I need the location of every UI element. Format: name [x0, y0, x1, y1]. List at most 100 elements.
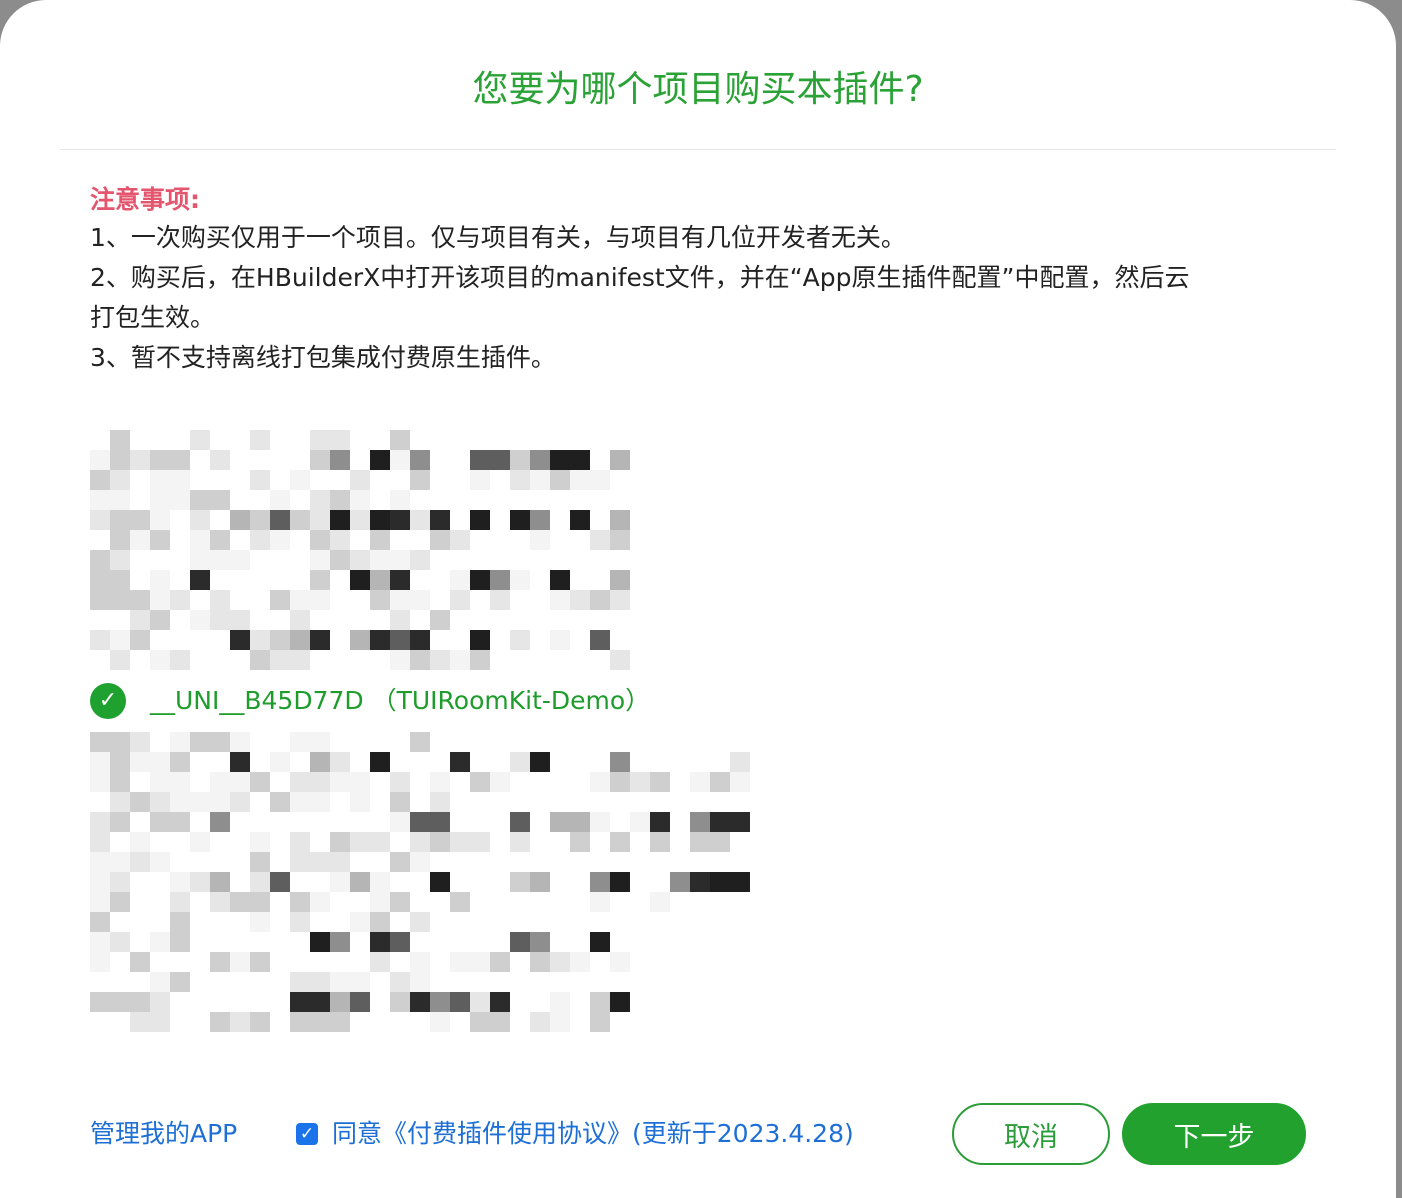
- redaction-pixel: [250, 470, 270, 490]
- cancel-button[interactable]: 取消: [952, 1103, 1110, 1165]
- redaction-pixel: [690, 772, 710, 792]
- redaction-pixel: [450, 590, 470, 610]
- redaction-pixel: [90, 952, 110, 972]
- redaction-pixel: [410, 852, 430, 872]
- redaction-pixel: [230, 1012, 250, 1032]
- redaction-pixel: [290, 912, 310, 932]
- redaction-pixel: [290, 792, 310, 812]
- manage-app-link[interactable]: 管理我的APP: [90, 1116, 237, 1152]
- redaction-pixel: [90, 872, 110, 892]
- redaction-pixel: [470, 630, 490, 650]
- redaction-pixel: [450, 530, 470, 550]
- notice-section: 注意事项: 1、一次购买仅用于一个项目。仅与项目有关，与项目有几位开发者无关。 …: [90, 182, 1300, 378]
- redaction-pixel: [510, 812, 530, 832]
- redaction-pixel: [170, 590, 190, 610]
- redaction-pixel: [550, 812, 570, 832]
- redaction-pixel: [470, 952, 490, 972]
- redaction-pixel: [110, 872, 130, 892]
- redaction-pixel: [590, 630, 610, 650]
- project-row-redacted[interactable]: [90, 430, 790, 490]
- redaction-pixel: [330, 872, 350, 892]
- redaction-pixel: [150, 932, 170, 952]
- redaction-pixel: [290, 470, 310, 490]
- redaction-pixel: [290, 630, 310, 650]
- redaction-pixel: [130, 590, 150, 610]
- notice-line-2-cont: 打包生效。: [90, 303, 216, 332]
- redaction-pixel: [130, 510, 150, 530]
- redaction-pixel: [630, 772, 650, 792]
- project-row-redacted[interactable]: [90, 610, 790, 670]
- redaction-pixel: [430, 872, 450, 892]
- redaction-pixel: [490, 1012, 510, 1032]
- redaction-pixel: [370, 872, 390, 892]
- redaction-pixel: [410, 732, 430, 752]
- redaction-pixel: [490, 590, 510, 610]
- redaction-pixel: [230, 732, 250, 752]
- redaction-pixel: [110, 570, 130, 590]
- redaction-pixel: [370, 630, 390, 650]
- project-row-redacted[interactable]: [90, 732, 790, 792]
- redaction-pixel: [730, 812, 750, 832]
- project-row-redacted[interactable]: [90, 852, 790, 912]
- redaction-pixel: [470, 992, 490, 1012]
- redaction-pixel: [130, 952, 150, 972]
- redaction-pixel: [210, 872, 230, 892]
- redaction-pixel: [510, 450, 530, 470]
- redaction-pixel: [270, 590, 290, 610]
- redaction-pixel: [210, 952, 230, 972]
- redaction-pixel: [550, 590, 570, 610]
- redaction-pixel: [570, 832, 590, 852]
- redaction-pixel: [130, 1012, 150, 1032]
- agreement-link[interactable]: 同意《付费插件使用协议》(更新于2023.4.28): [332, 1116, 854, 1152]
- project-row-redacted[interactable]: [90, 490, 790, 550]
- redaction-pixel: [550, 1012, 570, 1032]
- redaction-pixel: [530, 450, 550, 470]
- redaction-pixel: [530, 932, 550, 952]
- redaction-pixel: [110, 510, 130, 530]
- redaction-pixel: [110, 812, 130, 832]
- redaction-pixel: [410, 550, 430, 570]
- redaction-pixel: [510, 630, 530, 650]
- project-row-redacted[interactable]: [90, 912, 790, 972]
- redaction-pixel: [530, 872, 550, 892]
- redaction-pixel: [530, 752, 550, 772]
- redaction-pixel: [690, 812, 710, 832]
- project-row-redacted[interactable]: [90, 792, 790, 852]
- project-row-selected[interactable]: ✓ __UNI__B45D77D （TUIRoomKit-Demo）: [90, 670, 790, 732]
- redaction-pixel: [510, 832, 530, 852]
- redaction-pixel: [210, 732, 230, 752]
- redaction-pixel: [390, 510, 410, 530]
- redaction-pixel: [210, 772, 230, 792]
- redaction-pixel: [610, 570, 630, 590]
- redaction-pixel: [390, 630, 410, 650]
- redaction-pixel: [110, 650, 130, 670]
- redaction-pixel: [410, 832, 430, 852]
- project-row-redacted[interactable]: [90, 972, 790, 1032]
- agreement-checkbox[interactable]: ✓: [296, 1123, 318, 1145]
- redaction-pixel: [130, 450, 150, 470]
- notice-line-1: 1、一次购买仅用于一个项目。仅与项目有关，与项目有几位开发者无关。: [90, 223, 906, 252]
- redaction-pixel: [330, 932, 350, 952]
- redaction-pixel: [210, 530, 230, 550]
- redaction-pixel: [710, 772, 730, 792]
- redaction-pixel: [370, 590, 390, 610]
- redaction-pixel: [530, 952, 550, 972]
- project-row-redacted[interactable]: [90, 550, 790, 610]
- redaction-pixel: [590, 530, 610, 550]
- redaction-pixel: [410, 912, 430, 932]
- redaction-pixel: [530, 1012, 550, 1032]
- redaction-pixel: [390, 650, 410, 670]
- redaction-pixel: [290, 732, 310, 752]
- redaction-pixel: [310, 732, 330, 752]
- redaction-pixel: [130, 630, 150, 650]
- redaction-pixel: [230, 892, 250, 912]
- redaction-pixel: [390, 610, 410, 630]
- redaction-pixel: [390, 772, 410, 792]
- redaction-pixel: [530, 470, 550, 490]
- redaction-pixel: [110, 490, 130, 510]
- redaction-pixel: [450, 752, 470, 772]
- next-step-button[interactable]: 下一步: [1122, 1103, 1306, 1165]
- redaction-pixel: [470, 570, 490, 590]
- agreement-toggle[interactable]: ✓ 同意《付费插件使用协议》(更新于2023.4.28): [296, 1116, 854, 1152]
- redaction-pixel: [150, 792, 170, 812]
